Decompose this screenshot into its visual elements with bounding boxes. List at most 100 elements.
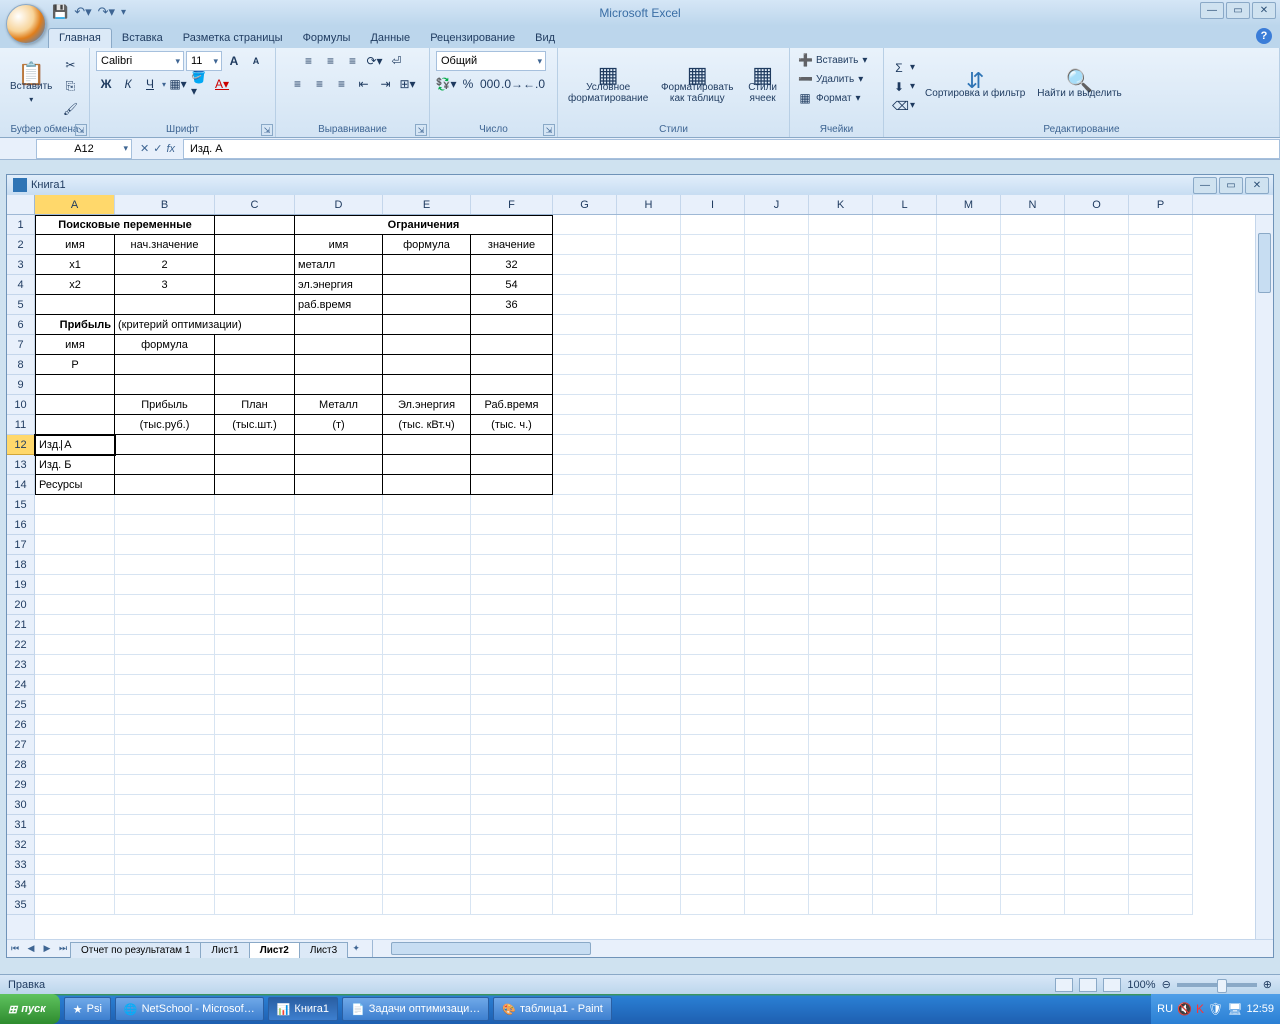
cell[interactable]: [1065, 435, 1129, 455]
cell[interactable]: [745, 255, 809, 275]
wrap-text-icon[interactable]: ⏎: [387, 51, 407, 71]
cell[interactable]: [617, 455, 681, 475]
cell[interactable]: x1: [35, 255, 115, 275]
cell[interactable]: [1001, 275, 1065, 295]
cell[interactable]: [745, 435, 809, 455]
select-all-corner[interactable]: [7, 195, 35, 215]
cell[interactable]: [617, 335, 681, 355]
cell[interactable]: [553, 275, 617, 295]
cell[interactable]: [1065, 555, 1129, 575]
indent-inc-icon[interactable]: ⇥: [376, 74, 396, 94]
cell[interactable]: [553, 675, 617, 695]
cell[interactable]: [1001, 575, 1065, 595]
cell[interactable]: [215, 835, 295, 855]
sheet-tab[interactable]: Лист2: [249, 942, 300, 958]
cell[interactable]: [809, 775, 873, 795]
cell[interactable]: [617, 275, 681, 295]
cell[interactable]: [35, 655, 115, 675]
cell[interactable]: [681, 495, 745, 515]
cell[interactable]: [215, 375, 295, 395]
cell[interactable]: [745, 295, 809, 315]
cell[interactable]: [115, 815, 215, 835]
tray-icon[interactable]: 🖥: [1227, 1002, 1242, 1016]
cell[interactable]: [1065, 215, 1129, 235]
cell[interactable]: [873, 835, 937, 855]
formula-bar-input[interactable]: Изд. А: [183, 139, 1280, 159]
sheet-tab[interactable]: Отчет по результатам 1: [70, 942, 201, 958]
cell[interactable]: [215, 475, 295, 495]
cell[interactable]: [471, 655, 553, 675]
cell[interactable]: [1001, 835, 1065, 855]
cell[interactable]: [873, 315, 937, 335]
cell[interactable]: [1129, 415, 1193, 435]
cell[interactable]: [215, 595, 295, 615]
cell[interactable]: [1001, 695, 1065, 715]
cell[interactable]: [873, 355, 937, 375]
cell[interactable]: [1001, 655, 1065, 675]
cell[interactable]: [215, 275, 295, 295]
cell[interactable]: [937, 415, 1001, 435]
cell[interactable]: [681, 555, 745, 575]
cell[interactable]: [1129, 515, 1193, 535]
cell[interactable]: [617, 775, 681, 795]
cell[interactable]: [215, 615, 295, 635]
cell[interactable]: [617, 235, 681, 255]
cell[interactable]: [745, 795, 809, 815]
cell[interactable]: [937, 295, 1001, 315]
cell[interactable]: [617, 395, 681, 415]
cell[interactable]: [1065, 415, 1129, 435]
cell-styles-button[interactable]: ▦Стили ячеек: [742, 67, 783, 106]
cell[interactable]: [681, 815, 745, 835]
cell[interactable]: [215, 435, 295, 455]
office-button[interactable]: [6, 4, 46, 44]
cell[interactable]: [617, 475, 681, 495]
cell[interactable]: [383, 815, 471, 835]
cell[interactable]: [295, 775, 383, 795]
cell[interactable]: [1001, 235, 1065, 255]
cell[interactable]: [1065, 595, 1129, 615]
cell[interactable]: [937, 675, 1001, 695]
cell[interactable]: [873, 775, 937, 795]
fill-icon[interactable]: ⬇▾: [890, 78, 917, 96]
cell[interactable]: [383, 315, 471, 335]
cell[interactable]: металл: [295, 255, 383, 275]
cell[interactable]: [215, 295, 295, 315]
cell[interactable]: [1001, 315, 1065, 335]
row-header[interactable]: 7: [7, 335, 34, 355]
row-header[interactable]: 11: [7, 415, 34, 435]
cell[interactable]: [215, 755, 295, 775]
fx-icon[interactable]: fx: [166, 143, 175, 155]
cell[interactable]: (тыс.шт.): [215, 415, 295, 435]
cell[interactable]: [553, 575, 617, 595]
cell[interactable]: [553, 295, 617, 315]
cell[interactable]: [383, 595, 471, 615]
cell[interactable]: [873, 895, 937, 915]
cell[interactable]: [35, 615, 115, 635]
cell[interactable]: [1065, 755, 1129, 775]
cell[interactable]: [1065, 675, 1129, 695]
cell[interactable]: [35, 635, 115, 655]
row-header[interactable]: 32: [7, 835, 34, 855]
cell[interactable]: [383, 355, 471, 375]
cell[interactable]: [215, 895, 295, 915]
cell[interactable]: [617, 695, 681, 715]
cell[interactable]: [745, 515, 809, 535]
cell[interactable]: [1001, 455, 1065, 475]
align-left-icon[interactable]: ≡: [288, 74, 308, 94]
cell[interactable]: [115, 655, 215, 675]
cell[interactable]: [1129, 815, 1193, 835]
cell[interactable]: [937, 695, 1001, 715]
cell[interactable]: [809, 335, 873, 355]
row-header[interactable]: 29: [7, 775, 34, 795]
cell[interactable]: [115, 715, 215, 735]
cell[interactable]: [681, 515, 745, 535]
cell[interactable]: [745, 675, 809, 695]
align-center-icon[interactable]: ≡: [310, 74, 330, 94]
cell[interactable]: раб.время: [295, 295, 383, 315]
cell[interactable]: [1129, 875, 1193, 895]
cell[interactable]: [215, 735, 295, 755]
cell[interactable]: [553, 535, 617, 555]
cell[interactable]: [553, 455, 617, 475]
cell[interactable]: [115, 515, 215, 535]
cell[interactable]: [215, 875, 295, 895]
